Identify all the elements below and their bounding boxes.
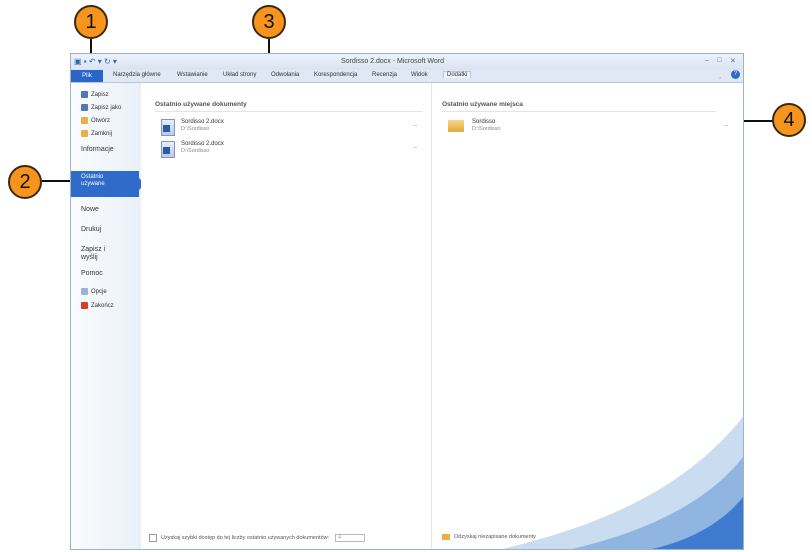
sidebar-item-print[interactable]: Drukuj <box>81 226 101 234</box>
tab-references[interactable]: Odwołania <box>271 72 299 78</box>
tab-file[interactable]: Plik <box>71 70 103 82</box>
save-label: Zapisz <box>91 91 109 98</box>
word-document-icon <box>161 119 175 136</box>
exit-icon <box>81 302 88 309</box>
close-label: Zamknij <box>91 130 113 137</box>
callout-2: 2 <box>8 165 42 199</box>
recent-documents-panel: Ostatnio używane dokumenty Sordisso 2.do… <box>141 83 431 549</box>
sidebar-item-save-send[interactable]: Zapisz i wyślij <box>81 246 121 262</box>
recent-document-item[interactable]: Sordisso 2.docx D:\Sordisso <box>181 141 224 155</box>
quick-access-label: Uzyskaj szybki dostęp do tej liczby osta… <box>161 535 330 541</box>
tab-addins[interactable]: Dodatki <box>443 71 472 78</box>
ribbon-tabs: Plik Narzędzia główne Wstawianie Układ s… <box>71 70 743 83</box>
sidebar-item-help[interactable]: Pomoc <box>81 270 103 278</box>
title-bar: ▣ ▪ ↶ ▾ ↻ ▾ Sordisso 2.docx - Microsoft … <box>71 54 743 70</box>
tab-home[interactable]: Narzędzia główne <box>113 72 161 78</box>
recent-document-path: D:\Sordisso <box>181 148 210 154</box>
open-label: Otwórz <box>91 117 111 124</box>
word-window: ▣ ▪ ↶ ▾ ↻ ▾ Sordisso 2.docx - Microsoft … <box>70 53 744 550</box>
open-folder-icon <box>81 117 88 124</box>
recent-places-panel: Ostatnio używane miejsca Sordisso D:\Sor… <box>431 83 743 549</box>
restore-button[interactable]: □ <box>717 57 721 64</box>
sidebar-item-recent-label: Ostatnio używane <box>81 174 105 187</box>
callout-4: 4 <box>772 103 806 137</box>
options-label: Opcje <box>91 288 107 295</box>
quick-access-count-input[interactable]: 4 <box>335 534 366 542</box>
recover-folder-icon <box>442 534 450 540</box>
backstage-sidebar: Zapisz Zapisz jako Otwórz Zamknij Inform… <box>71 83 145 549</box>
close-folder-icon <box>81 130 88 137</box>
minimize-button[interactable]: – <box>705 57 709 64</box>
tab-insert[interactable]: Wstawianie <box>177 72 208 78</box>
recent-documents-divider <box>155 111 423 112</box>
quick-access-toolbar[interactable]: ▣ ▪ ↶ ▾ ↻ ▾ <box>74 57 117 66</box>
options-icon <box>81 288 88 295</box>
word-document-icon <box>161 141 175 158</box>
minimize-ribbon-icon[interactable]: ‸ <box>719 71 721 79</box>
save-as-button[interactable]: Zapisz jako <box>81 104 121 111</box>
exit-button[interactable]: Zakończ <box>81 302 114 309</box>
save-button[interactable]: Zapisz <box>81 91 109 98</box>
open-button[interactable]: Otwórz <box>81 117 110 124</box>
help-icon[interactable]: ? <box>731 70 740 79</box>
sidebar-item-info[interactable]: Informacje <box>81 146 114 154</box>
sidebar-item-recent[interactable]: Ostatnio używane <box>71 171 145 197</box>
sidebar-item-new[interactable]: Nowe <box>81 206 99 214</box>
tab-mailings[interactable]: Korespondencja <box>314 72 357 78</box>
tab-view[interactable]: Widok <box>411 72 428 78</box>
recent-document-path: D:\Sordisso <box>181 126 210 132</box>
decorative-swoosh <box>502 416 743 549</box>
save-icon <box>81 91 88 98</box>
recent-document-name: Sordisso 2.docx <box>181 119 224 125</box>
tab-page-layout[interactable]: Układ strony <box>223 72 256 78</box>
quick-access-setting: Uzyskaj szybki dostęp do tej liczby osta… <box>149 534 366 542</box>
recover-unsaved-label: Odzyskaj niezapisane dokumenty <box>454 534 536 540</box>
callout-1: 1 <box>74 5 108 39</box>
tab-review[interactable]: Recenzja <box>372 72 397 78</box>
quick-access-checkbox[interactable] <box>149 534 157 542</box>
recent-document-item[interactable]: Sordisso 2.docx D:\Sordisso <box>181 119 224 133</box>
save-as-icon <box>81 104 88 111</box>
save-as-label: Zapisz jako <box>91 104 122 111</box>
exit-label: Zakończ <box>91 302 114 309</box>
options-button[interactable]: Opcje <box>81 288 107 295</box>
close-button[interactable]: ✕ <box>730 57 736 65</box>
recover-unsaved-link[interactable]: Odzyskaj niezapisane dokumenty <box>442 534 536 540</box>
pin-icon[interactable]: ⊸ <box>413 123 417 129</box>
close-document-button[interactable]: Zamknij <box>81 130 112 137</box>
window-title: Sordisso 2.docx - Microsoft Word <box>341 58 444 65</box>
callout-3: 3 <box>252 5 286 39</box>
recent-document-name: Sordisso 2.docx <box>181 141 224 147</box>
pin-icon[interactable]: ⊸ <box>413 145 417 151</box>
recent-documents-header: Ostatnio używane dokumenty <box>155 101 247 108</box>
